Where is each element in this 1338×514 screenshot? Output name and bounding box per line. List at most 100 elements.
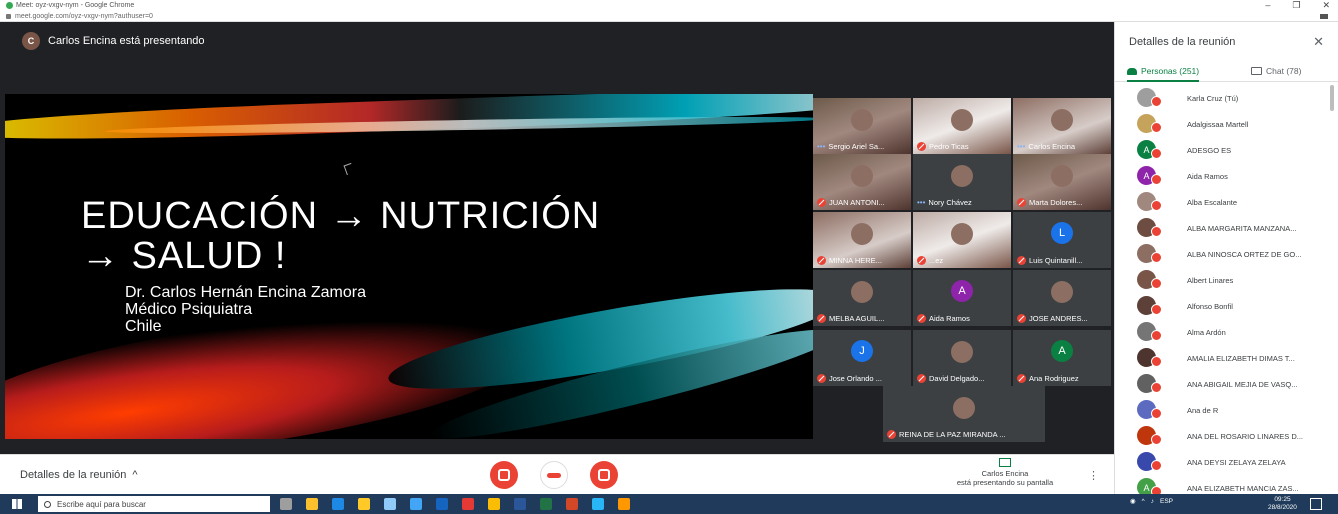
people-list-item[interactable]: Adalgissaa Martell [1115,111,1325,137]
participant-label: JUAN ANTONI... [817,198,909,207]
app-icon[interactable] [306,498,318,510]
mic-muted-icon [917,256,926,265]
taskbar-clock[interactable]: 09:25 28/8/2020 [1268,496,1297,512]
app-icon[interactable] [592,498,604,510]
people-list-item[interactable]: ANA DEYSI ZELAYA ZELAYA [1115,449,1325,475]
participant-tile[interactable]: ••• Sergio Ariel Sa... [813,98,911,154]
word-icon[interactable] [514,498,526,510]
presenting-name: Carlos Encina [981,469,1029,478]
file-explorer-icon[interactable] [358,498,370,510]
app-icon[interactable] [618,498,630,510]
mail-icon[interactable] [410,498,422,510]
participant-tile[interactable]: MINNA HERE... [813,212,911,268]
powerpoint-icon[interactable] [566,498,578,510]
people-list-item[interactable]: A ADESGO ES [1115,137,1325,163]
participant-name: Sergio Ariel Sa... [828,142,885,151]
office-icon[interactable] [462,498,474,510]
edge-icon[interactable] [332,498,344,510]
mic-muted-icon [1017,314,1026,323]
extension-icon[interactable] [1320,14,1328,19]
language-indicator[interactable]: ESP [1160,498,1173,505]
camera-off-icon [598,469,610,481]
restore-button[interactable]: ❐ [1292,0,1300,11]
participant-label: ••• Nory Chávez [917,198,1009,207]
participant-tile[interactable]: ••• Nory Chávez [913,154,1011,210]
people-list-item[interactable]: Karla Cruz (Tú) [1115,85,1325,111]
dropbox-icon[interactable] [436,498,448,510]
people-list-item[interactable]: Albert Linares [1115,267,1325,293]
person-name: ANA ELIZABETH MANCIA ZAS... [1187,483,1299,493]
store-icon[interactable] [384,498,396,510]
participant-tile[interactable]: JOSE ANDRES... [1013,270,1111,326]
people-list-item[interactable]: AMALIA ELIZABETH DIMAS T... [1115,345,1325,371]
people-list-item[interactable]: Alfonso Bonfil [1115,293,1325,319]
url-text: meet.google.com/oyz-vxgv-nym?authuser=0 [15,12,153,20]
participant-tile[interactable]: REINA DE LA PAZ MIRANDA ... [883,386,1045,442]
people-list-item[interactable]: ANA DEL ROSARIO LINARES D... [1115,423,1325,449]
mic-muted-icon [1017,198,1026,207]
person-name: ALBA NINOSCA ORTEZ DE GO... [1187,249,1302,259]
people-list-item[interactable]: Alma Ardón [1115,319,1325,345]
mic-toggle-button[interactable] [490,461,518,489]
volume-icon[interactable]: ♪ [1151,498,1154,505]
present-screen-icon [999,458,1011,467]
participant-name: Nory Chávez [928,198,972,207]
participant-name: Pedro Ticas [929,142,969,151]
people-list-item[interactable]: A Aida Ramos [1115,163,1325,189]
participant-label: ••• Carlos Encina [1017,142,1109,151]
excel-icon[interactable] [540,498,552,510]
people-list-item[interactable]: Ana de R [1115,397,1325,423]
notification-icon[interactable] [1310,498,1322,510]
minimize-button[interactable]: – [1265,0,1270,11]
slide-title-line2: → SALUD ! [81,235,287,277]
participant-tile[interactable]: ...ez [913,212,1011,268]
presenting-status[interactable]: Carlos Encina está presentando su pantal… [940,458,1070,487]
meeting-stage: C Carlos Encina está presentando EDUCACI… [0,22,1114,454]
people-list-item[interactable]: Alba Escalante [1115,189,1325,215]
task-view-icon[interactable] [280,498,292,510]
chrome-icon[interactable] [488,498,500,510]
leave-call-button[interactable] [540,461,568,489]
address-bar[interactable]: meet.google.com/oyz-vxgv-nym?authuser=0 [0,11,1338,22]
participant-tile[interactable]: JUAN ANTONI... [813,154,911,210]
meeting-details-toggle[interactable]: Detalles de la reunión ^ [20,469,138,481]
people-list-item[interactable]: A ANA ELIZABETH MANCIA ZAS... [1115,475,1325,494]
participant-video [851,165,873,188]
participant-tile[interactable]: J Jose Orlando ... [813,330,911,386]
participant-video [951,165,973,188]
people-list-item[interactable]: ALBA MARGARITA MANZANA... [1115,215,1325,241]
participant-tile[interactable]: David Delgado... [913,330,1011,386]
taskbar-search-box[interactable]: Escribe aquí para buscar [38,496,270,512]
person-name: ALBA MARGARITA MANZANA... [1187,223,1297,233]
mic-muted-icon [1151,122,1162,133]
panel-scrollbar[interactable] [1330,85,1334,111]
participant-name: Luis Quintanill... [1029,256,1083,265]
close-panel-button[interactable]: ✕ [1313,34,1324,50]
participant-video [1051,109,1073,132]
people-list-item[interactable]: ANA ABIGAIL MEJIA DE VASQ... [1115,371,1325,397]
close-window-button[interactable]: ✕ [1322,0,1330,11]
tab-chat[interactable]: Chat (78) [1251,66,1301,76]
participant-tile[interactable]: MELBA AGUIL... [813,270,911,326]
network-icon[interactable]: ◉ [1130,497,1136,505]
participant-tile[interactable]: ••• Carlos Encina [1013,98,1111,154]
participant-tile[interactable]: A Aida Ramos [913,270,1011,326]
tab-people[interactable]: Personas (251) [1127,66,1200,82]
camera-toggle-button[interactable] [590,461,618,489]
slide-country: Chile [125,318,162,335]
lock-icon [6,13,11,19]
participant-name: Jose Orlando ... [829,374,882,383]
participant-avatar: A [951,280,973,303]
people-list-item[interactable]: ALBA NINOSCA ORTEZ DE GO... [1115,241,1325,267]
more-options-icon[interactable]: ⋮ [1088,469,1099,482]
participant-name: MINNA HERE... [829,256,882,265]
chevron-up-icon[interactable]: ^ [1142,498,1145,505]
participant-tile[interactable]: A Ana Rodriguez [1013,330,1111,386]
participant-tile[interactable]: Marta Dolores... [1013,154,1111,210]
participant-name: ...ez [929,256,944,265]
participant-tile[interactable]: L Luis Quintanill... [1013,212,1111,268]
mic-muted-icon [1151,382,1162,393]
participant-tile[interactable]: Pedro Ticas [913,98,1011,154]
windows-start-icon[interactable] [12,499,22,509]
participant-video [1051,281,1073,304]
